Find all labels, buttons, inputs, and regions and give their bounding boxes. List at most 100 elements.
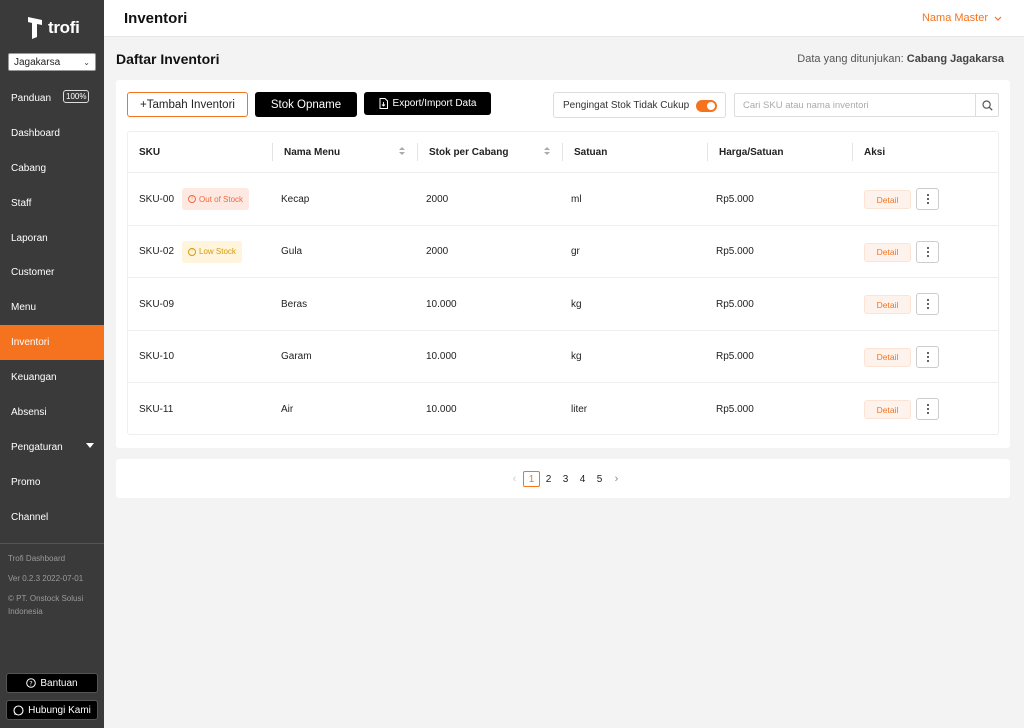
stock-reminder-switch[interactable] (696, 100, 717, 112)
page-button[interactable]: 3 (557, 471, 574, 487)
sidebar-item-label: Panduan (11, 92, 52, 104)
export-import-button[interactable]: Export/Import Data (364, 92, 491, 115)
caret-down-icon (86, 442, 94, 448)
cell-sku: SKU-02 ! Low Stock (139, 226, 242, 278)
prev-page-icon[interactable]: ‹ (506, 471, 523, 487)
detail-button[interactable]: Detail (864, 190, 911, 209)
help-circle-icon: ? (26, 678, 37, 688)
table-row: SKU-02! Low Stock Gula 2000 gr Rp5.000 Detail (128, 224, 998, 278)
header-menu-name: Nama Menu (284, 146, 341, 158)
sidebar-item-promo[interactable]: Promo (0, 465, 104, 500)
pagination: ‹ 1 2 3 4 5 › (506, 471, 625, 487)
app-version: Ver 0.2.3 2022-07-01 (8, 574, 84, 583)
pagination-card: ‹ 1 2 3 4 5 › (116, 459, 1010, 498)
page-button[interactable]: 2 (540, 471, 557, 487)
page-title: Daftar Inventori (116, 51, 220, 67)
more-vertical-icon[interactable] (916, 188, 939, 210)
sidebar-item-dashboard[interactable]: Dashboard (0, 116, 104, 151)
sidebar-item-cabang[interactable]: Cabang (0, 151, 104, 186)
sidebar-item-absensi[interactable]: Absensi (0, 395, 104, 430)
add-inventory-button[interactable]: +Tambah Inventori (127, 92, 248, 117)
sidebar: trofi Jagakarsa ⌄ Panduan 100% Dashboard Ca… (0, 0, 104, 728)
sidebar-item-label: Keuangan (11, 372, 57, 384)
sidebar-item-customer[interactable]: Customer (0, 255, 104, 290)
alert-circle-icon: ! (188, 247, 197, 256)
contact-button-label: Hubungi Kami (28, 704, 91, 716)
top-header: Inventori Nama Master (104, 0, 1024, 37)
detail-button[interactable]: Detail (864, 400, 911, 420)
cell-price: Rp5.000 (716, 351, 754, 363)
sort-stock-icon[interactable] (544, 147, 550, 155)
sku-text: SKU-11 (139, 403, 174, 415)
page-button[interactable]: 5 (591, 471, 608, 487)
branch-select-value: Jagakarsa (14, 56, 61, 68)
header-sku: SKU (139, 146, 161, 158)
chevron-down-icon: ⌄ (83, 57, 90, 67)
cell-menu-name: Gula (281, 246, 303, 258)
cell-sku: SKU-11 (139, 383, 174, 434)
page-button[interactable]: 1 (523, 471, 540, 487)
page-button[interactable]: 4 (574, 471, 591, 487)
header-unit: Satuan (574, 146, 608, 158)
stock-status-badge: ! Low Stock (182, 240, 242, 263)
more-vertical-icon[interactable] (916, 240, 939, 263)
sidebar-item-keuangan[interactable]: Keuangan (0, 360, 104, 395)
cell-menu-name: Kecap (281, 193, 310, 205)
detail-button[interactable]: Detail (864, 347, 911, 367)
table-row: SKU-11 Air 10.000 liter Rp5.000 Detail (128, 382, 998, 434)
more-vertical-icon[interactable] (916, 293, 939, 316)
cell-stock: 10.000 (426, 351, 457, 363)
data-shown-info: Data yang ditunjukan: Cabang Jagakarsa (797, 53, 1004, 65)
cell-unit: gr (571, 246, 580, 258)
cell-unit: kg (571, 298, 582, 310)
stock-status-badge: ! Out of Stock (182, 188, 250, 210)
table-row: SKU-00! Out of Stock Kecap 2000 ml Rp5.000 Det… (128, 172, 998, 225)
search-button[interactable] (975, 94, 998, 116)
more-vertical-icon[interactable] (916, 345, 939, 368)
help-button[interactable]: ? Bantuan (6, 673, 98, 693)
sidebar-item-menu[interactable]: Menu (0, 290, 104, 325)
sidebar-item-label: Absensi (11, 406, 47, 418)
cell-unit: kg (571, 351, 582, 363)
sidebar-item-label: Channel (11, 511, 49, 523)
sku-text: SKU-02 (139, 246, 175, 258)
sidebar-item-inventori[interactable]: Inventori (0, 325, 104, 361)
sidebar-item-label: Dashboard (11, 127, 60, 139)
detail-button[interactable]: Detail (864, 295, 911, 315)
sidebar-nav: Panduan 100% Dashboard Cabang Staff Laporan Cu… (0, 81, 104, 535)
sidebar-item-label: Cabang (11, 162, 47, 174)
sidebar-item-label: Laporan (11, 232, 48, 244)
cell-sku: SKU-10 (139, 331, 174, 383)
cell-menu-name: Garam (281, 351, 312, 363)
company-name: © PT. Onstock Solusi Indonesia (8, 594, 84, 616)
sidebar-item-panduan[interactable]: Panduan 100% (0, 81, 104, 116)
cell-stock: 10.000 (426, 403, 457, 415)
cell-stock: 10.000 (426, 298, 457, 310)
sidebar-item-label: Customer (11, 267, 55, 279)
detail-button[interactable]: Detail (864, 242, 911, 262)
header-separator (562, 143, 563, 161)
sort-menu-name-icon[interactable] (399, 147, 405, 155)
sidebar-item-pengaturan[interactable]: Pengaturan (0, 430, 104, 465)
search-input[interactable] (735, 94, 976, 116)
inventory-card: +Tambah Inventori Stok Opname Export/Imp… (116, 80, 1010, 448)
export-import-label: Export/Import Data (392, 98, 477, 109)
next-page-icon[interactable]: › (608, 471, 625, 487)
branch-select[interactable]: Jagakarsa ⌄ (8, 53, 96, 71)
sidebar-divider (0, 543, 104, 544)
logo: trofi (28, 16, 80, 40)
logo-text: trofi (48, 18, 80, 37)
sku-text: SKU-00 (139, 193, 175, 205)
sidebar-item-channel[interactable]: Channel (0, 500, 104, 535)
stock-opname-button[interactable]: Stok Opname (255, 92, 357, 117)
contact-button[interactable]: Hubungi Kami (6, 700, 98, 720)
data-shown-branch: Cabang Jagakarsa (906, 53, 1004, 65)
user-menu[interactable]: Nama Master (922, 12, 1002, 24)
sidebar-item-laporan[interactable]: Laporan (0, 221, 104, 256)
header-action: Aksi (864, 146, 886, 158)
data-shown-prefix: Data yang ditunjukan: (797, 53, 904, 65)
more-vertical-icon[interactable] (916, 398, 939, 421)
sidebar-item-staff[interactable]: Staff (0, 186, 104, 221)
cell-sku: SKU-09 (139, 278, 174, 330)
cell-menu-name: Beras (281, 298, 308, 310)
